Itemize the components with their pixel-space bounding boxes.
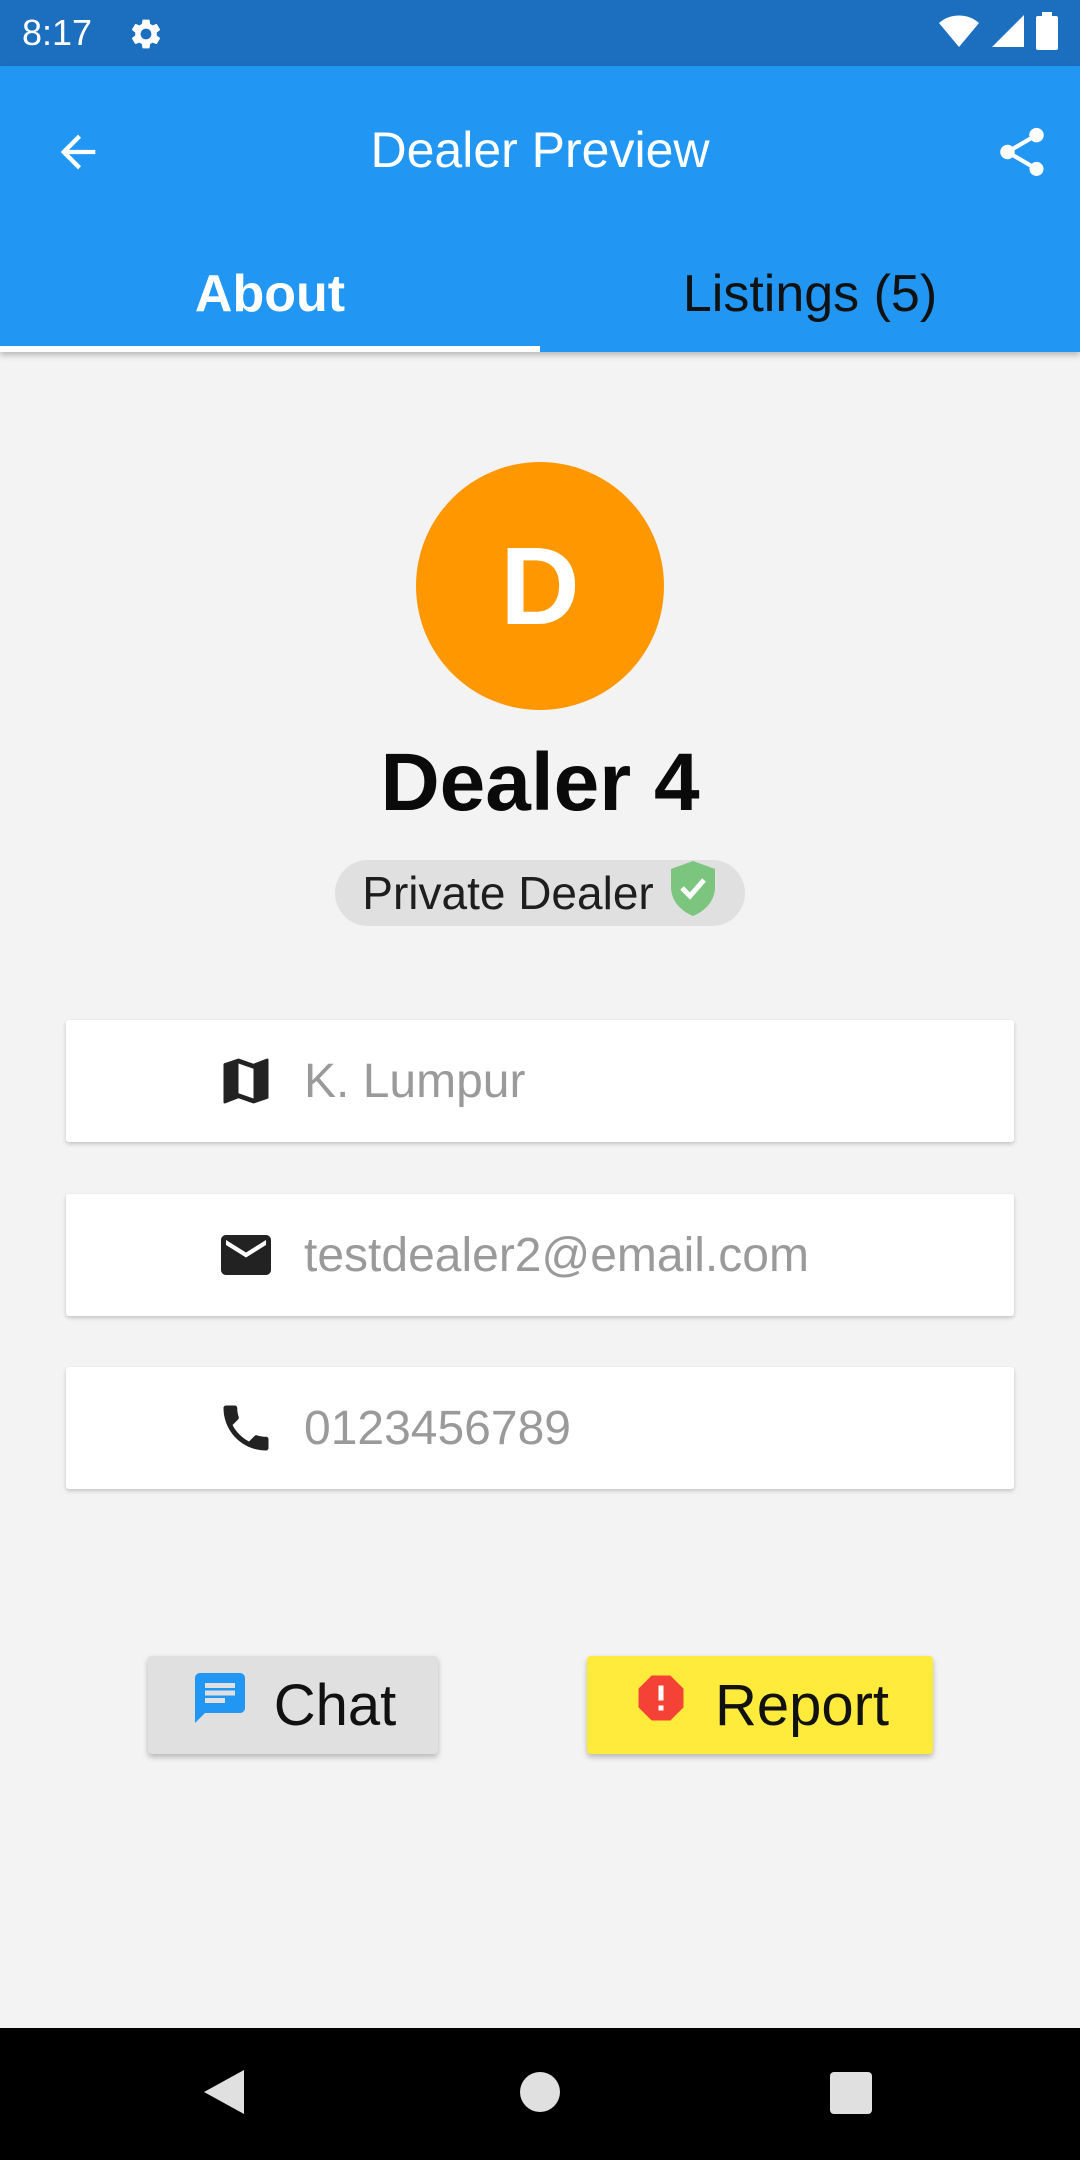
chat-icon — [190, 1668, 250, 1742]
share-icon — [993, 123, 1051, 186]
status-bar: 8:17 — [0, 0, 1080, 66]
report-button[interactable]: Report — [587, 1656, 933, 1754]
email-text: testdealer2@email.com — [304, 1228, 809, 1282]
status-time: 8:17 — [22, 12, 93, 53]
nav-home-icon[interactable] — [520, 2072, 560, 2112]
page-title: Dealer Preview — [370, 122, 710, 178]
tab-listings[interactable]: Listings (5) — [540, 236, 1080, 352]
phone-icon — [216, 1398, 276, 1458]
location-text: K. Lumpur — [304, 1054, 526, 1108]
verified-shield-icon — [668, 859, 718, 928]
status-indicators — [938, 11, 1058, 55]
badge-label: Private Dealer — [362, 867, 654, 919]
battery-icon — [1036, 11, 1058, 55]
chat-button-label: Chat — [273, 1672, 397, 1738]
tab-bar: About Listings (5) — [0, 236, 1080, 352]
app-bar: Dealer Preview About Listings (5) — [0, 66, 1080, 352]
nav-back-icon[interactable] — [200, 2068, 246, 2121]
tab-about[interactable]: About — [0, 236, 540, 352]
phone-text: 0123456789 — [304, 1401, 571, 1455]
nav-recents-icon[interactable] — [830, 2072, 872, 2114]
email-icon — [216, 1225, 276, 1285]
avatar: D — [416, 462, 664, 710]
settings-icon — [128, 16, 164, 52]
dealer-type-badge: Private Dealer — [335, 860, 745, 926]
wifi-icon — [938, 14, 980, 53]
signal-icon — [990, 13, 1026, 54]
report-button-label: Report — [714, 1672, 890, 1738]
phone-card[interactable]: 0123456789 — [66, 1367, 1014, 1489]
share-button[interactable] — [984, 116, 1060, 192]
tab-indicator — [0, 346, 540, 352]
chat-button[interactable]: Chat — [148, 1656, 438, 1754]
map-icon — [216, 1051, 276, 1111]
dealer-name: Dealer 4 — [380, 737, 700, 828]
location-card: K. Lumpur — [66, 1020, 1014, 1142]
system-nav-bar — [0, 2028, 1080, 2160]
report-icon — [631, 1668, 691, 1742]
email-card[interactable]: testdealer2@email.com — [66, 1194, 1014, 1316]
